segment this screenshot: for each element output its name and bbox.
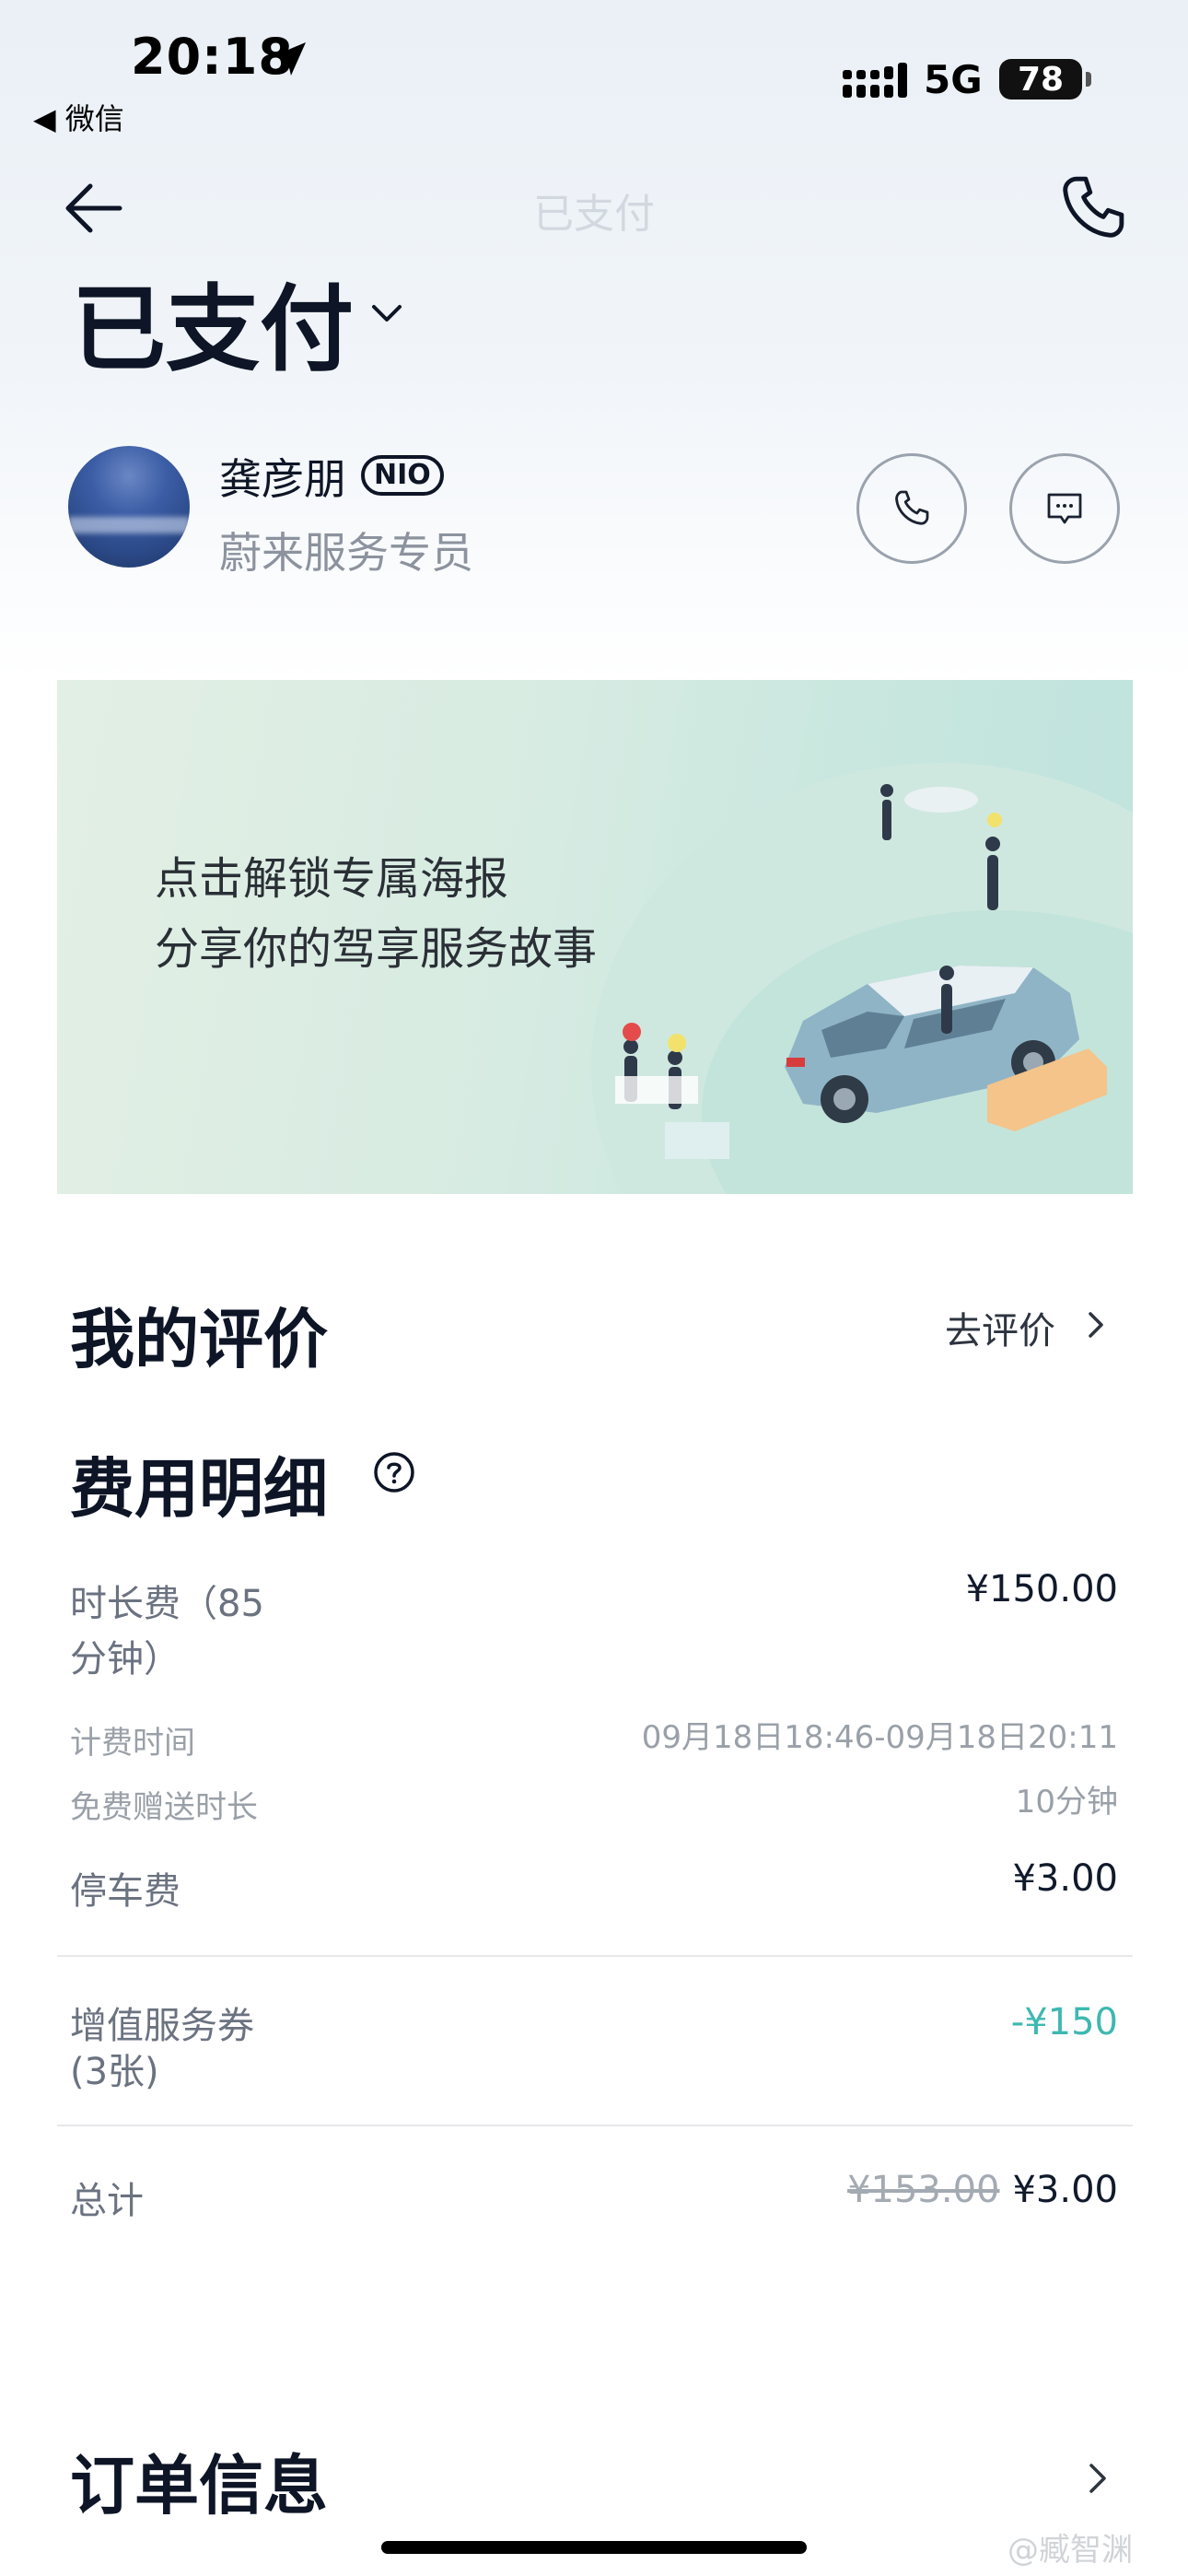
agent-name: 龚彦朋	[219, 454, 346, 504]
signal-icon	[843, 63, 907, 98]
banner-headline: 点击解锁专属海报	[155, 853, 509, 905]
coupon-value: -¥150	[1010, 2001, 1118, 2043]
call-agent-button[interactable]	[856, 453, 967, 564]
total-value: ¥3.00	[1012, 2169, 1118, 2211]
fee-details-title: 费用明细	[70, 1451, 328, 1527]
message-icon	[1047, 493, 1082, 524]
duration-fee-label-line1: 时长费（85	[70, 1583, 264, 1625]
billing-time-value: 09月18日18:46-09月18日20:11	[641, 1719, 1118, 1756]
billing-time-label: 计费时间	[70, 1725, 195, 1762]
total-original-price: ¥153.00	[847, 2169, 1000, 2211]
chevron-right-icon[interactable]	[1079, 1308, 1112, 1341]
share-poster-banner[interactable]: 点击解锁专属海报 分享你的驾享服务故事	[57, 680, 1133, 1194]
battery-indicator: 78	[999, 59, 1091, 100]
parking-fee-label: 停车费	[70, 1870, 181, 1913]
car-service-illustration	[591, 763, 1133, 1194]
chevron-down-icon[interactable]	[367, 293, 407, 334]
help-icon[interactable]	[372, 1450, 416, 1494]
location-arrow-icon	[273, 42, 306, 76]
go-review-link[interactable]: 去评价	[945, 1301, 1055, 1354]
chevron-right-icon[interactable]	[1079, 2460, 1116, 2497]
divider	[57, 2125, 1133, 2126]
total-label: 总计	[70, 2180, 144, 2222]
network-type: 5G	[924, 57, 983, 102]
agent-role: 蔚来服务专员	[219, 528, 473, 578]
divider	[57, 1955, 1133, 1957]
order-status-title[interactable]: 已支付	[72, 254, 354, 390]
total-row-values: ¥153.00 ¥3.00	[847, 2169, 1118, 2211]
nio-badge: NIO	[361, 455, 444, 496]
call-icon	[895, 490, 929, 525]
parking-fee-value: ¥3.00	[1012, 1857, 1118, 1900]
banner-subline: 分享你的驾享服务故事	[155, 923, 598, 975]
duration-fee-label-line2: 分钟）	[70, 1638, 181, 1680]
nav-title: 已支付	[533, 191, 655, 238]
avatar[interactable]	[68, 446, 190, 568]
coupon-label-line2: (3张)	[70, 2051, 159, 2093]
review-section-title: 我的评价	[70, 1302, 328, 1377]
home-indicator[interactable]	[381, 2541, 807, 2554]
free-time-value: 10分钟	[1015, 1784, 1118, 1821]
free-time-label: 免费赠送时长	[70, 1789, 258, 1826]
back-to-app-link[interactable]: ◀ 微信	[33, 96, 124, 138]
message-agent-button[interactable]	[1009, 453, 1120, 564]
watermark: @臧智渊	[1007, 2532, 1133, 2569]
order-info-title[interactable]: 订单信息	[70, 2434, 328, 2527]
phone-icon[interactable]	[1057, 171, 1129, 243]
battery-level: 78	[1017, 60, 1065, 99]
duration-fee-value: ¥150.00	[965, 1568, 1118, 1610]
